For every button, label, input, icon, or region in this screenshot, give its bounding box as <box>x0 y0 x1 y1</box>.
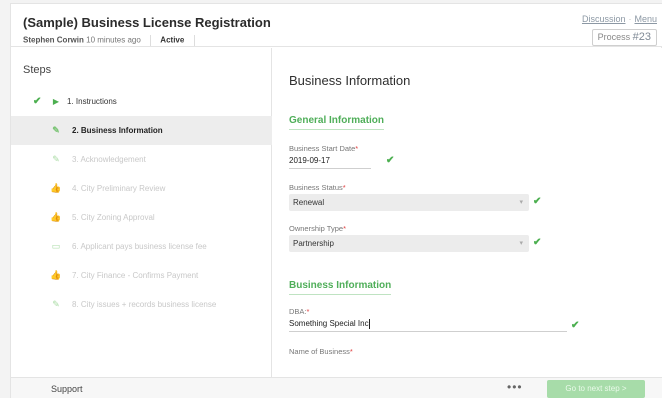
business-start-date-input[interactable]: 2019-09-17 <box>289 154 371 169</box>
section-business-information: Business Information <box>289 280 392 295</box>
author-name[interactable]: Stephen Corwin <box>23 36 84 45</box>
step-item-acknowledgement[interactable]: ✎ 3. Acknowledgement <box>11 145 272 174</box>
step-label: 4. City Preliminary Review <box>72 184 166 193</box>
valid-check-icon: ✔ <box>386 155 395 166</box>
required-mark: * <box>349 347 353 356</box>
updated-time: 10 minutes ago <box>86 35 141 45</box>
step-list: ✔ ▶ 1. Instructions ✎ 2. Business Inform… <box>11 87 272 319</box>
dba-value: Something Special Inc <box>289 319 369 328</box>
process-title: (Sample) Business License Registration <box>23 15 271 30</box>
meta-divider <box>193 35 195 46</box>
name-of-business-label: Name of Business* <box>289 347 353 356</box>
steps-panel: Steps ✔ ▶ 1. Instructions ✎ 2. Business … <box>11 48 272 377</box>
dba-label: DBA:* <box>289 307 310 316</box>
start-date-label: Business Start Date* <box>289 144 359 153</box>
form-heading: Business Information <box>289 73 411 88</box>
footer-bar: Support ••• Go to next step > <box>11 377 662 398</box>
process-header: (Sample) Business License Registration S… <box>11 4 662 47</box>
pencil-icon: ✎ <box>52 154 60 164</box>
ownership-type-value: Partnership <box>293 239 334 248</box>
valid-check-icon: ✔ <box>571 320 580 331</box>
status-badge: Active <box>160 35 185 45</box>
step-label: 6. Applicant pays business license fee <box>72 242 207 251</box>
section-general-information: General Information <box>289 115 385 130</box>
step-item-instructions[interactable]: ✔ ▶ 1. Instructions <box>11 87 272 116</box>
step-item-city-zoning-approval[interactable]: 👍 5. City Zoning Approval <box>11 203 272 232</box>
dba-input[interactable]: Something Special Inc <box>289 317 567 332</box>
step-item-city-preliminary-review[interactable]: 👍 4. City Preliminary Review <box>11 174 272 203</box>
chevron-right-icon: ▶ <box>52 97 60 106</box>
meta-divider <box>150 35 152 46</box>
chevron-down-icon: ▾ <box>519 240 523 247</box>
chevron-down-icon: ▾ <box>519 199 523 206</box>
step-item-city-finance-confirms-payment[interactable]: 👍 7. City Finance - Confirms Payment <box>11 261 272 290</box>
form-panel: Business Information General Information… <box>273 48 662 377</box>
app-window: (Sample) Business License Registration S… <box>10 3 662 398</box>
discussion-link[interactable]: Discussion <box>582 14 626 24</box>
top-links: Discussion · Menu <box>581 14 657 24</box>
valid-check-icon: ✔ <box>533 196 542 207</box>
required-mark: * <box>306 307 310 316</box>
required-mark: * <box>343 224 346 233</box>
process-meta: Stephen Corwin 10 minutes ago Active <box>23 35 202 46</box>
business-status-value: Renewal <box>293 198 325 207</box>
process-number: #23 <box>632 31 651 43</box>
ownership-type-label: Ownership Type* <box>289 224 346 233</box>
process-number-badge[interactable]: Process #23 <box>591 29 657 46</box>
step-item-applicant-pays-fee[interactable]: ▭ 6. Applicant pays business license fee <box>11 232 272 261</box>
step-label: 5. City Zoning Approval <box>72 213 155 222</box>
process-label: Process <box>597 32 631 42</box>
more-options-button[interactable]: ••• <box>507 380 523 394</box>
steps-title: Steps <box>23 64 52 76</box>
ownership-type-select[interactable]: Partnership ▾ <box>289 235 529 252</box>
next-step-button[interactable]: Go to next step > <box>547 380 645 398</box>
step-label: 1. Instructions <box>67 97 117 106</box>
check-icon: ✔ <box>33 96 42 107</box>
support-link[interactable]: Support <box>51 384 83 394</box>
required-mark: * <box>355 144 359 153</box>
business-status-select[interactable]: Renewal ▾ <box>289 194 529 211</box>
thumbs-up-icon: 👍 <box>50 270 62 280</box>
business-status-label: Business Status* <box>289 183 346 192</box>
step-label: 7. City Finance - Confirms Payment <box>72 271 199 280</box>
pencil-icon: ✎ <box>52 299 60 309</box>
step-item-business-information[interactable]: ✎ 2. Business Information <box>11 116 272 145</box>
payment-icon: ▭ <box>51 241 61 251</box>
menu-link[interactable]: Menu <box>634 14 657 24</box>
step-item-city-issues-license[interactable]: ✎ 8. City issues + records business lice… <box>11 290 272 319</box>
text-cursor <box>368 318 370 329</box>
required-mark: * <box>342 183 346 192</box>
thumbs-up-icon: 👍 <box>50 212 62 222</box>
step-label: 3. Acknowledgement <box>72 155 146 164</box>
step-label: 2. Business Information <box>72 126 163 135</box>
pencil-icon: ✎ <box>52 125 60 135</box>
valid-check-icon: ✔ <box>533 237 542 248</box>
thumbs-up-icon: 👍 <box>50 183 62 193</box>
step-label: 8. City issues + records business licens… <box>72 300 217 309</box>
